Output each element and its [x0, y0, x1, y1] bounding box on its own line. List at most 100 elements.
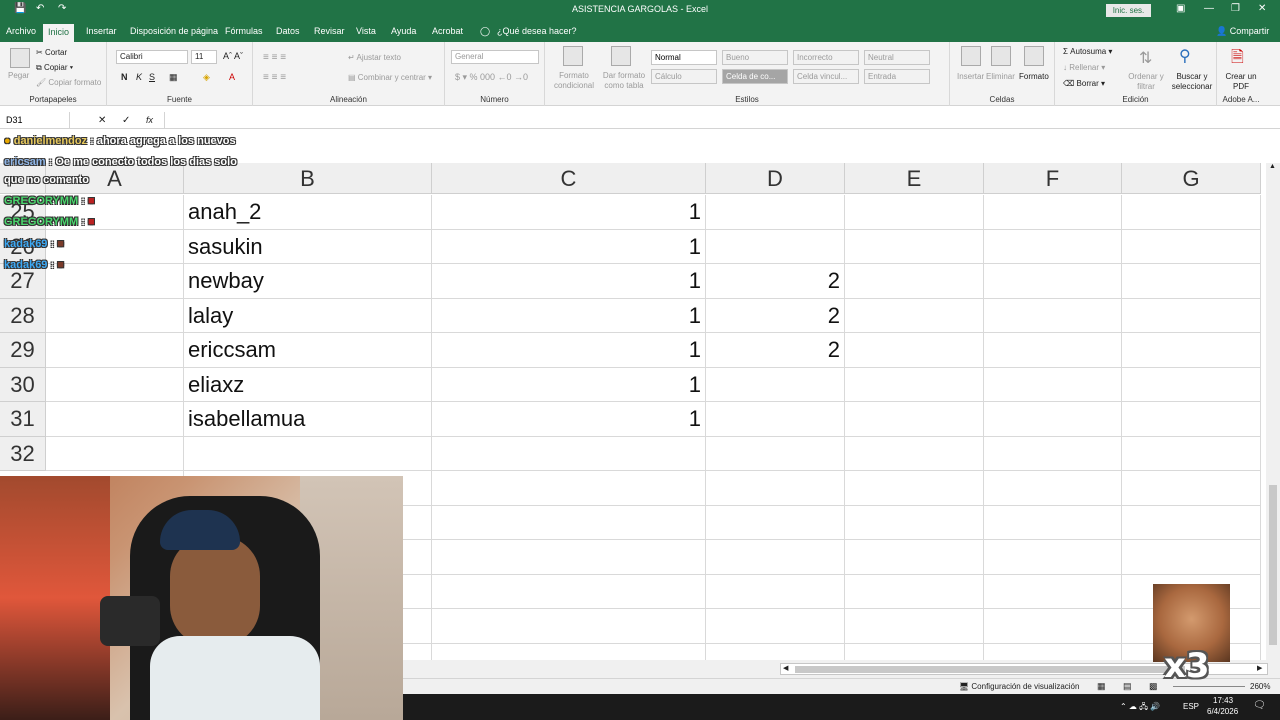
- vertical-scroll-thumb[interactable]: [1269, 485, 1277, 645]
- cell-f[interactable]: [984, 471, 1122, 506]
- tab-acrobat[interactable]: Acrobat: [432, 26, 463, 36]
- wrap-text-button[interactable]: ↵ Ajustar texto: [348, 53, 401, 62]
- cell-a[interactable]: [46, 436, 184, 471]
- display-settings-button[interactable]: 🖥 Configuración de visualización: [959, 682, 1079, 691]
- column-header-f[interactable]: F: [984, 163, 1122, 194]
- cell-b[interactable]: eliaxz: [184, 367, 432, 402]
- cell-e[interactable]: [845, 264, 984, 299]
- insert-function-icon[interactable]: fx: [146, 115, 153, 125]
- cell-b[interactable]: sasukin: [184, 229, 432, 264]
- cell-a[interactable]: [46, 264, 184, 299]
- create-pdf-button[interactable]: Crear un PDF: [1221, 72, 1261, 92]
- style-entrada[interactable]: Entrada: [864, 69, 930, 84]
- page-layout-icon[interactable]: ▤: [1123, 681, 1132, 692]
- merge-center-button[interactable]: ▤ Combinar y centrar ▾: [348, 73, 432, 82]
- cell-e[interactable]: [845, 402, 984, 437]
- style-celda-vinculada[interactable]: Celda vincul...: [793, 69, 859, 84]
- scroll-up-icon[interactable]: ▲: [1269, 163, 1276, 170]
- notifications-icon[interactable]: 🗨: [1253, 700, 1266, 711]
- format-cells-icon[interactable]: [1024, 46, 1044, 66]
- cell-b[interactable]: [184, 436, 432, 471]
- tab-revisar[interactable]: Revisar: [314, 26, 345, 36]
- autosum-button[interactable]: Σ Autosuma ▾: [1063, 47, 1112, 56]
- cell-f[interactable]: [984, 229, 1122, 264]
- confirm-entry-icon[interactable]: ✓: [122, 115, 130, 126]
- cell-g[interactable]: [1122, 471, 1261, 506]
- cell-e[interactable]: [845, 471, 984, 506]
- name-box[interactable]: D31: [0, 112, 70, 129]
- cell-g[interactable]: [1122, 436, 1261, 471]
- style-bueno[interactable]: Bueno: [722, 50, 788, 65]
- maximize-icon[interactable]: ❐: [1231, 3, 1240, 14]
- format-as-table-button[interactable]: Dar formato como tabla: [600, 71, 648, 91]
- cut-button[interactable]: ✂ Cortar: [36, 48, 67, 57]
- tab-disposicion[interactable]: Disposición de página: [130, 26, 218, 36]
- align-top-icon[interactable]: ≡ ≡ ≡: [263, 52, 286, 63]
- row-header[interactable]: 28: [0, 298, 46, 333]
- cell-c[interactable]: [432, 540, 706, 575]
- cell-c[interactable]: 1: [432, 264, 706, 299]
- cell-d[interactable]: [706, 471, 845, 506]
- tab-datos[interactable]: Datos: [276, 26, 300, 36]
- tab-archivo[interactable]: Archivo: [6, 26, 36, 36]
- ribbon-display-icon[interactable]: ▣: [1176, 3, 1185, 14]
- sort-filter-button[interactable]: Ordenar y filtrar: [1125, 72, 1167, 92]
- tray-icons[interactable]: ⌃ ☁ 🖧 🔊: [1120, 701, 1160, 715]
- cell-g[interactable]: [1122, 505, 1261, 540]
- cell-g[interactable]: [1122, 333, 1261, 368]
- conditional-format-button[interactable]: Formato condicional: [552, 71, 596, 91]
- conditional-format-icon[interactable]: [563, 46, 583, 66]
- zoom-slider[interactable]: [1173, 686, 1245, 687]
- scroll-left-icon[interactable]: ◀: [783, 664, 788, 672]
- zoom-level[interactable]: 260%: [1250, 682, 1270, 691]
- normal-view-icon[interactable]: ▦: [1097, 681, 1106, 692]
- tell-me-input[interactable]: ¿Qué desea hacer?: [497, 26, 577, 36]
- copy-button[interactable]: ⧉ Copiar ▾: [36, 63, 73, 73]
- cell-d[interactable]: 2: [706, 264, 845, 299]
- style-celda-comprobacion[interactable]: Celda de co...: [722, 69, 788, 84]
- tab-formulas[interactable]: Fórmulas: [225, 26, 263, 36]
- cell-c[interactable]: [432, 574, 706, 609]
- cell-a[interactable]: [46, 333, 184, 368]
- cell-f[interactable]: [984, 505, 1122, 540]
- format-cells-button[interactable]: Formato: [1019, 72, 1049, 81]
- insert-cells-button[interactable]: Insertar: [957, 72, 984, 81]
- italic-icon[interactable]: K: [136, 72, 142, 82]
- cell-a[interactable]: [46, 402, 184, 437]
- cell-g[interactable]: [1122, 540, 1261, 575]
- column-header-g[interactable]: G: [1122, 163, 1261, 194]
- cell-g[interactable]: [1122, 402, 1261, 437]
- fill-button[interactable]: ↓ Rellenar ▾: [1063, 63, 1105, 72]
- tab-inicio[interactable]: Inicio: [43, 24, 75, 42]
- fill-color-icon[interactable]: ◈: [203, 72, 210, 83]
- cancel-entry-icon[interactable]: ✕: [98, 115, 106, 126]
- horizontal-scroll-thumb[interactable]: [795, 666, 1185, 673]
- cell-e[interactable]: [845, 195, 984, 230]
- cell-f[interactable]: [984, 402, 1122, 437]
- style-normal[interactable]: Normal: [651, 50, 717, 65]
- style-calculo[interactable]: Cálculo: [651, 69, 717, 84]
- cell-d[interactable]: [706, 229, 845, 264]
- cell-g[interactable]: [1122, 367, 1261, 402]
- tab-insertar[interactable]: Insertar: [86, 26, 117, 36]
- cell-e[interactable]: [845, 436, 984, 471]
- cell-e[interactable]: [845, 505, 984, 540]
- cell-d[interactable]: [706, 195, 845, 230]
- format-as-table-icon[interactable]: [611, 46, 631, 66]
- cell-d[interactable]: [706, 436, 845, 471]
- number-format-select[interactable]: General: [451, 50, 539, 64]
- vertical-scrollbar[interactable]: ▲: [1266, 163, 1280, 660]
- accounting-format-icon[interactable]: $ ▾ % 000 ←0 →0: [455, 72, 528, 83]
- cell-g[interactable]: [1122, 298, 1261, 333]
- language-indicator[interactable]: ESP: [1183, 702, 1199, 711]
- font-size-select[interactable]: 11: [191, 50, 217, 64]
- sign-in-button[interactable]: Inic. ses.: [1106, 4, 1151, 17]
- paste-button[interactable]: Pegar: [8, 71, 29, 80]
- cell-b[interactable]: newbay: [184, 264, 432, 299]
- cell-d[interactable]: 2: [706, 333, 845, 368]
- cell-e[interactable]: [845, 229, 984, 264]
- close-icon[interactable]: ✕: [1258, 3, 1266, 14]
- delete-cells-button[interactable]: Eliminar: [986, 72, 1015, 81]
- row-header[interactable]: 30: [0, 367, 46, 402]
- cell-d[interactable]: [706, 540, 845, 575]
